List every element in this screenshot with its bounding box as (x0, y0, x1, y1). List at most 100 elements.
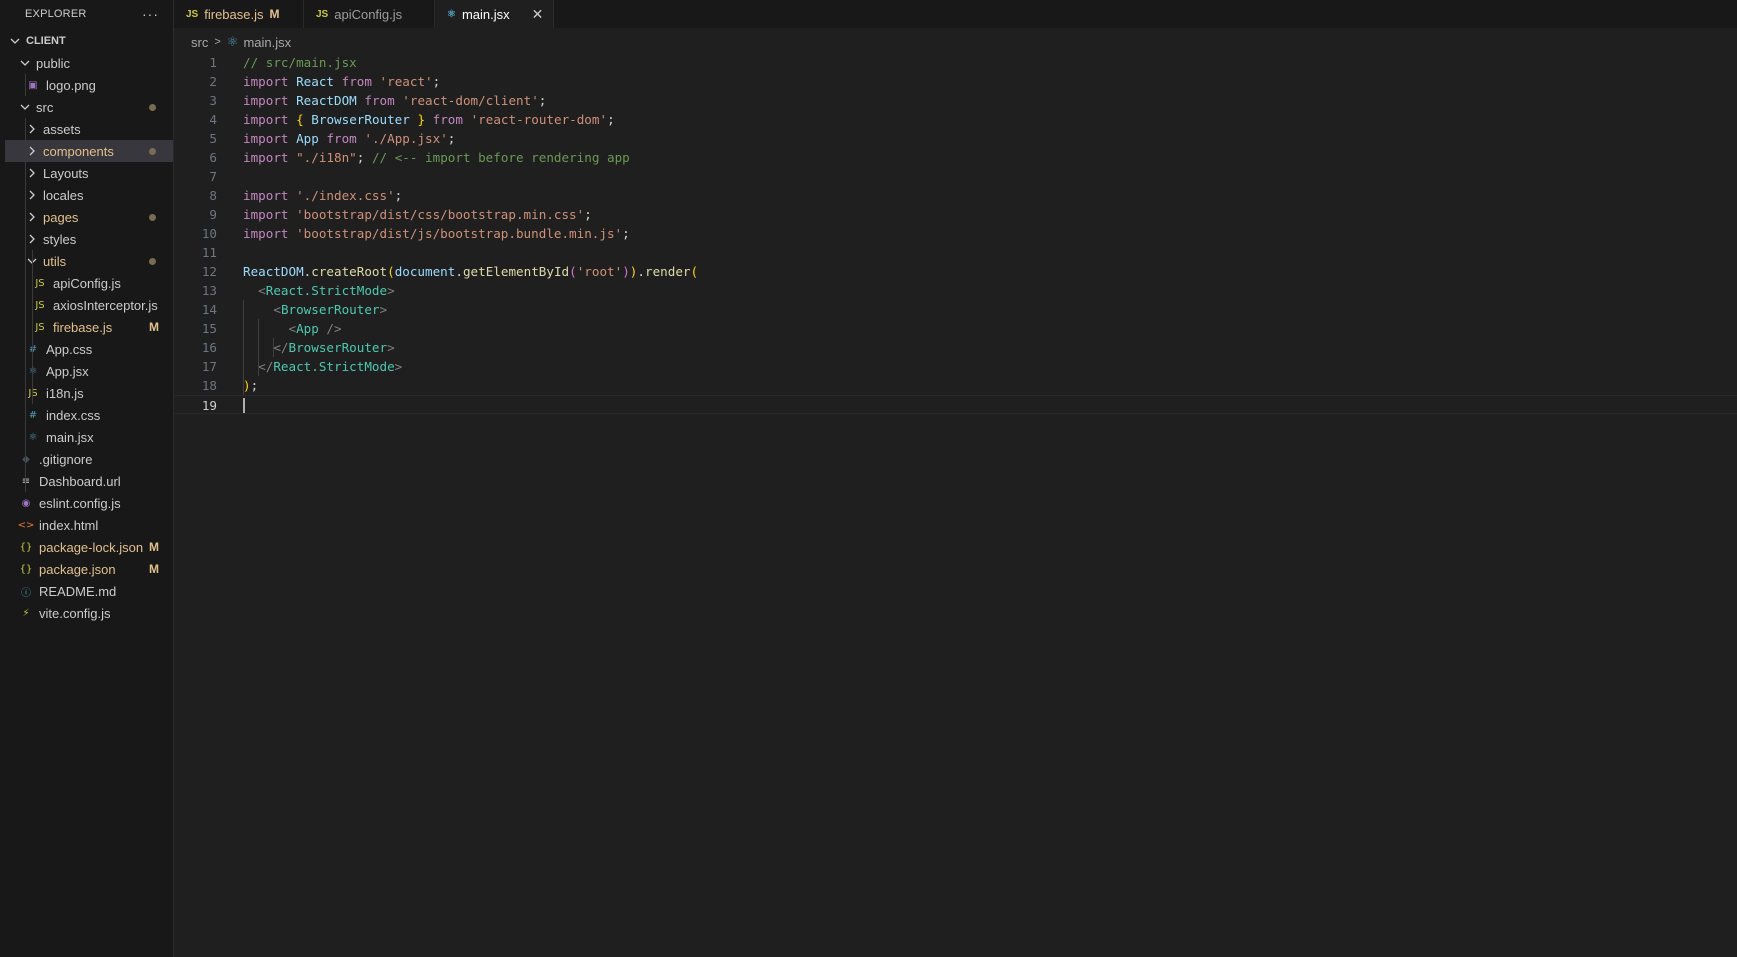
code-text: <BrowserRouter> (273, 302, 388, 317)
code-line: 7 (174, 167, 1737, 186)
tree-item-label: firebase.js (53, 319, 113, 335)
tree-item-label: pages (43, 209, 79, 225)
folder-pages[interactable]: pages (5, 206, 173, 228)
file-type-icon: ⚛ (447, 8, 456, 20)
code-line: 13 <React.StrictMode> (174, 281, 1737, 300)
file-type-icon: ≡ (19, 476, 33, 487)
line-number: 6 (209, 150, 217, 165)
close-icon[interactable]: ✕ (532, 6, 544, 23)
tab-label: firebase.js (204, 6, 264, 22)
folder-utils[interactable]: utils (5, 250, 173, 272)
file-index-css[interactable]: # index.css (5, 404, 173, 426)
chevron-right-icon (26, 234, 38, 244)
file-logo-png[interactable]: ▣ logo.png (5, 74, 173, 96)
tree-item-label: App.css (46, 341, 93, 357)
line-number: 2 (209, 74, 217, 89)
tree-item-label: package.json (39, 561, 116, 577)
explorer-title: EXPLORER (25, 8, 87, 20)
file-index-html[interactable]: <> index.html (5, 514, 173, 536)
breadcrumb-separator: > (214, 36, 221, 48)
file-firebase-js[interactable]: JS firebase.js M (5, 316, 173, 338)
line-number: 3 (209, 93, 217, 108)
folder-components[interactable]: components (5, 140, 173, 162)
chevron-right-icon (26, 168, 38, 178)
line-number: 12 (201, 264, 217, 279)
indent-guide (243, 300, 244, 395)
file-package-json[interactable]: {} package.json M (5, 558, 173, 580)
code-line: 10 import 'bootstrap/dist/js/bootstrap.bu… (174, 224, 1737, 243)
tree-item-label: index.css (46, 407, 101, 423)
file-type-icon: <> (17, 519, 35, 531)
tree-item-label: App.jsx (46, 363, 89, 379)
code-line: 15 <App /> (174, 319, 1737, 338)
code-line: 5 import App from './App.jsx'; (174, 129, 1737, 148)
code-line: 14 <BrowserRouter> (174, 300, 1737, 319)
breadcrumb-file[interactable]: main.jsx (243, 35, 291, 50)
file-axiosinterceptor-js[interactable]: JS axiosInterceptor.js (5, 294, 173, 316)
file-apiconfig-js[interactable]: JS apiConfig.js (5, 272, 173, 294)
tree-item-label: vite.config.js (39, 605, 111, 621)
more-actions-icon[interactable]: ··· (142, 6, 159, 22)
file-type-icon: ⚛ (28, 365, 38, 377)
chevron-right-icon (26, 146, 38, 156)
chevron-down-icon (19, 102, 31, 112)
file-main-jsx[interactable]: ⚛ main.jsx (5, 426, 173, 448)
file-package-lock-json[interactable]: {} package-lock.json M (5, 536, 173, 558)
modified-dot (149, 103, 156, 111)
tree-item-label: i18n.js (46, 385, 84, 401)
tree-item-label: utils (43, 253, 67, 269)
folder-assets[interactable]: assets (5, 118, 173, 140)
tree-item-label: apiConfig.js (53, 275, 121, 291)
code-line: 11 (174, 243, 1737, 262)
file-eslint-config-js[interactable]: ◉ eslint.config.js (5, 492, 173, 514)
tree-item-label: logo.png (46, 77, 96, 93)
tree-item-label: Dashboard.url (39, 473, 121, 489)
text-cursor (243, 398, 245, 413)
file-type-icon: ▣ (28, 79, 38, 91)
code-line: 2 import React from 'react'; (174, 72, 1737, 91)
folder-locales[interactable]: locales (5, 184, 173, 206)
tab-apiconfig-js[interactable]: JS apiConfig.js (304, 0, 435, 28)
folder-layouts[interactable]: Layouts (5, 162, 173, 184)
code-text: </React.StrictMode> (258, 359, 403, 374)
file-type-icon: JS (186, 8, 199, 20)
folder-src[interactable]: src (5, 96, 173, 118)
indent-guide (258, 319, 259, 376)
folder-styles[interactable]: styles (5, 228, 173, 250)
file-gitignore[interactable]: ◆ .gitignore (5, 448, 173, 470)
file-type-icon: ⚡ (22, 607, 30, 619)
explorer-header: EXPLORER ··· (5, 0, 173, 28)
file-vite-config-js[interactable]: ⚡ vite.config.js (5, 602, 173, 624)
code-text: ReactDOM.createRoot(document.getElementB… (243, 264, 699, 279)
tab-firebase-js[interactable]: JS firebase.js M (174, 0, 304, 28)
breadcrumb-folder[interactable]: src (191, 35, 208, 50)
file-app-css[interactable]: # App.css (5, 338, 173, 360)
chevron-down-icon (9, 36, 21, 46)
folder-public[interactable]: public (5, 52, 173, 74)
file-readme-md[interactable]: ⓘ README.md (5, 580, 173, 602)
code-line: 1 // src/main.jsx (174, 53, 1737, 72)
file-type-icon: JS (316, 8, 329, 20)
file-dashboard-url[interactable]: ≡ Dashboard.url (5, 470, 173, 492)
file-type-icon: # (26, 344, 40, 355)
breadcrumb: src > ⚛ main.jsx (191, 32, 291, 52)
file-type-icon: JS (35, 299, 45, 311)
tree-item-label: eslint.config.js (39, 495, 121, 511)
tree-item-label: src (36, 99, 54, 115)
code-text: // src/main.jsx (243, 55, 357, 70)
code-line: 6 import "./i18n"; // <-- import before r… (174, 148, 1737, 167)
code-line: 18); (174, 376, 1737, 395)
file-i18n-js[interactable]: JS i18n.js (5, 382, 173, 404)
line-number: 1 (209, 55, 217, 70)
line-number: 11 (201, 245, 217, 260)
code-line: 12 ReactDOM.createRoot(document.getElemen… (174, 262, 1737, 281)
workspace-root-client[interactable]: CLIENT (5, 30, 173, 52)
line-number: 17 (201, 359, 217, 374)
file-app-jsx[interactable]: ⚛ App.jsx (5, 360, 173, 382)
chevron-right-icon (26, 212, 38, 222)
code-line: 19 (174, 395, 1737, 414)
file-type-icon: JS (35, 321, 45, 333)
tab-main-jsx[interactable]: ⚛ main.jsx ✕ (435, 0, 554, 28)
tree-item-label: README.md (39, 583, 117, 599)
file-type-icon: {} (19, 541, 33, 553)
